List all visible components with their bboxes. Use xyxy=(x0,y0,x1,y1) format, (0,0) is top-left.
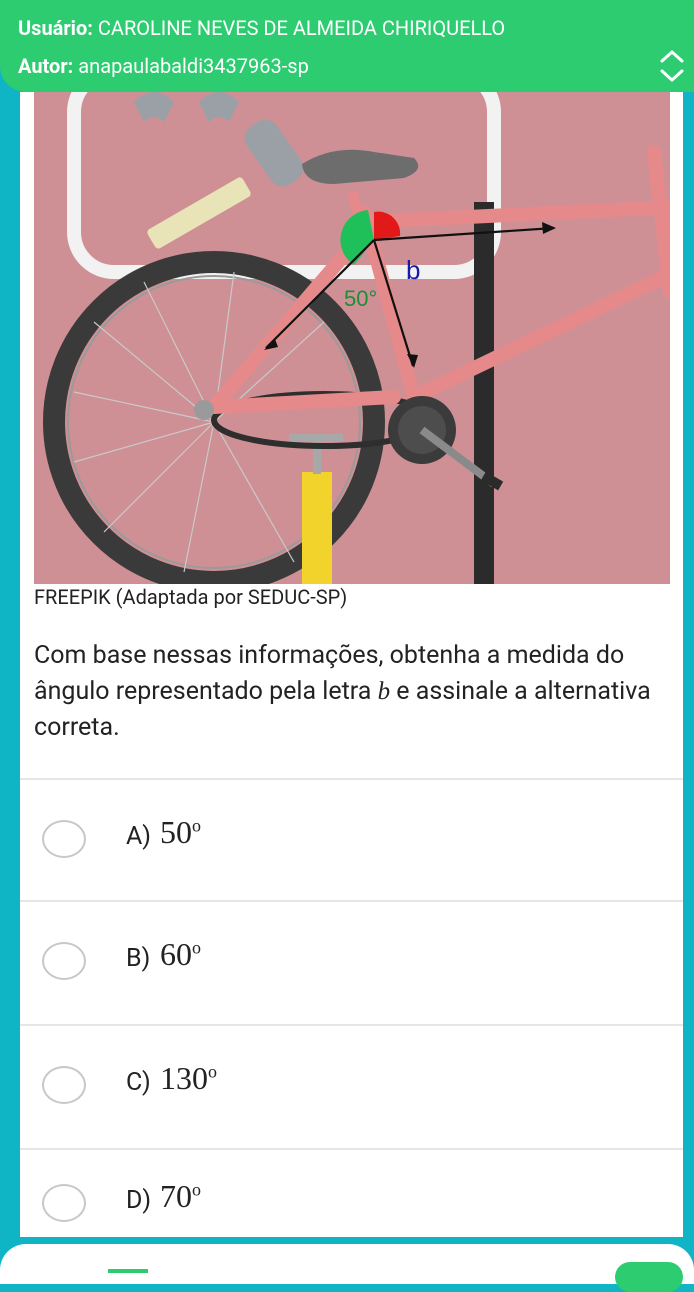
option-letter: C) xyxy=(126,1068,151,1097)
user-name: CAROLINE NEVES DE ALMEIDA CHIRIQUELLO xyxy=(97,16,506,40)
angle-b-label: b xyxy=(406,255,420,285)
option-c[interactable]: C) 130o xyxy=(20,1026,683,1146)
question-text: Com base nessas informações, obtenha a m… xyxy=(34,638,664,746)
angle-50-label: 50° xyxy=(344,286,377,311)
option-a[interactable]: A) 50o xyxy=(20,780,683,900)
user-line: Usuário: CAROLINE NEVES DE ALMEIDA CHIRI… xyxy=(18,16,505,40)
image-caption: FREEPIK (Adaptada por SEDUC-SP) xyxy=(34,585,348,609)
author-label: Autor: xyxy=(18,54,74,78)
option-value: 60o xyxy=(160,936,201,972)
option-letter: B) xyxy=(126,944,151,973)
question-card: 50° b FREEPIK (Adaptada por SEDUC-SP) Co… xyxy=(20,92,683,1237)
option-value: 50o xyxy=(160,814,201,850)
next-button[interactable] xyxy=(615,1262,683,1292)
question-variable: b xyxy=(377,678,391,705)
user-label: Usuário: xyxy=(18,16,93,40)
option-b[interactable]: B) 60o xyxy=(20,902,683,1022)
bicycle-image: 50° b xyxy=(34,92,670,584)
bottom-bar xyxy=(0,1244,694,1284)
option-d[interactable]: D) 70o xyxy=(20,1150,683,1237)
radio-button[interactable] xyxy=(42,1184,86,1222)
author-name: anapaulabaldi3437963-sp xyxy=(78,54,309,78)
author-line: Autor: anapaulabaldi3437963-sp xyxy=(18,54,309,78)
chevron-up-down-icon[interactable] xyxy=(658,48,686,84)
radio-button[interactable] xyxy=(42,820,86,858)
radio-button[interactable] xyxy=(42,942,86,980)
option-value: 130o xyxy=(160,1060,217,1096)
option-letter: A) xyxy=(126,822,152,851)
radio-button[interactable] xyxy=(42,1066,86,1104)
header-bar: Usuário: CAROLINE NEVES DE ALMEIDA CHIRI… xyxy=(0,0,694,92)
option-value: 70o xyxy=(160,1178,201,1214)
bottom-indicator xyxy=(108,1269,148,1273)
option-letter: D) xyxy=(126,1186,152,1215)
